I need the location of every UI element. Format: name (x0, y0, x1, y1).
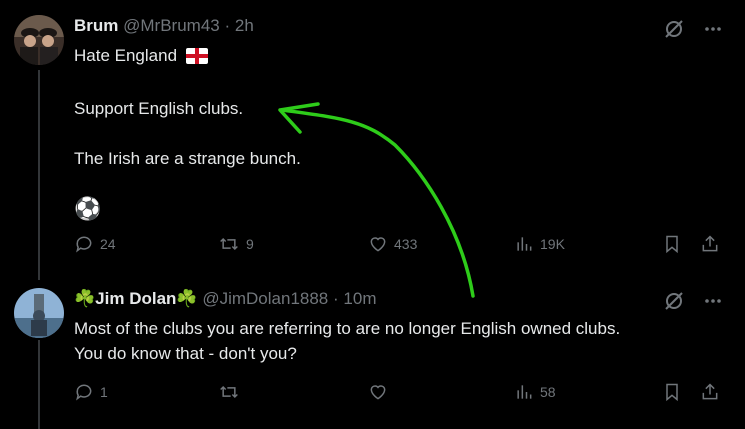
tweet-text: Hate England Support English clubs. The … (74, 43, 301, 221)
bookmark-icon (666, 235, 678, 254)
tweet-top-icons (663, 18, 723, 40)
tweet-line-3: The Irish are a strange bunch. (74, 149, 301, 168)
tweet-line-1: Hate England (74, 46, 178, 65)
like-count: 433 (394, 236, 418, 252)
tweet-line-2: You do know that - don't you? (74, 344, 297, 363)
retweet-icon (220, 385, 238, 399)
tweet-1[interactable]: Brum @MrBrum43 · 2h Hate England Support… (0, 0, 745, 280)
reply-count: 1 (100, 384, 108, 400)
separator-dot: · (333, 289, 339, 308)
reply-icon (76, 236, 92, 253)
tweet-top-icons (663, 290, 723, 312)
user-handle[interactable]: @JimDolan1888 (202, 289, 328, 308)
thread-line-bottom (38, 340, 40, 429)
share-icon (702, 235, 718, 252)
england-flag-icon (185, 46, 208, 71)
tweet-2[interactable]: ☘️Jim Dolan☘️ @JimDolan1888 · 10m Most o… (0, 280, 745, 429)
reply-button[interactable]: 1 (74, 382, 108, 402)
analytics-icon (517, 385, 532, 399)
tweet-line-2: Support English clubs. (74, 99, 244, 118)
reply-button[interactable]: 24 (74, 234, 116, 254)
share-button[interactable] (700, 234, 720, 254)
views-button[interactable]: 58 (514, 382, 556, 402)
analytics-icon (517, 237, 532, 251)
views-button[interactable]: 19K (514, 234, 565, 254)
grok-icon[interactable] (663, 18, 685, 40)
tweet-actions: 1 58 (74, 382, 724, 406)
views-count: 58 (540, 384, 556, 400)
bookmark-button[interactable] (662, 382, 682, 402)
heart-icon (370, 385, 386, 400)
avatar-brum[interactable] (14, 15, 64, 65)
name-suffix-shamrock: ☘️ (176, 289, 198, 308)
tweet-line-1: Most of the clubs you are referring to a… (74, 319, 621, 338)
share-button[interactable] (700, 382, 720, 402)
retweet-button[interactable]: 9 (218, 234, 254, 254)
timestamp[interactable]: 2h (235, 16, 254, 35)
name-prefix-shamrock: ☘️ (74, 289, 96, 308)
more-options-icon[interactable] (703, 19, 723, 39)
display-name[interactable]: Brum (74, 16, 118, 35)
timestamp[interactable]: 10m (343, 289, 376, 308)
bookmark-button[interactable] (662, 234, 682, 254)
grok-icon[interactable] (663, 290, 685, 312)
reply-icon (76, 384, 92, 401)
heart-icon (370, 237, 386, 252)
more-options-icon[interactable] (703, 291, 723, 311)
display-name[interactable]: Jim Dolan (95, 289, 176, 308)
retweet-button[interactable] (218, 382, 246, 402)
tweet-header: Brum @MrBrum43 · 2h (74, 16, 254, 36)
separator-dot: · (224, 16, 231, 35)
bookmark-icon (666, 383, 678, 402)
user-handle[interactable]: @MrBrum43 (123, 16, 220, 35)
thread-line (38, 70, 40, 280)
retweet-count: 9 (246, 236, 254, 252)
avatar-jim-dolan[interactable] (14, 288, 64, 338)
tweet-header: ☘️Jim Dolan☘️ @JimDolan1888 · 10m (74, 289, 376, 309)
soccer-ball-emoji: ⚽ (74, 196, 102, 221)
tweet-text: Most of the clubs you are referring to a… (74, 316, 620, 366)
like-button[interactable]: 433 (368, 234, 417, 254)
retweet-icon (220, 237, 238, 251)
views-count: 19K (540, 236, 565, 252)
share-icon (702, 383, 718, 400)
like-button[interactable] (368, 382, 394, 402)
tweet-actions: 24 9 433 19K (74, 234, 724, 258)
reply-count: 24 (100, 236, 116, 252)
